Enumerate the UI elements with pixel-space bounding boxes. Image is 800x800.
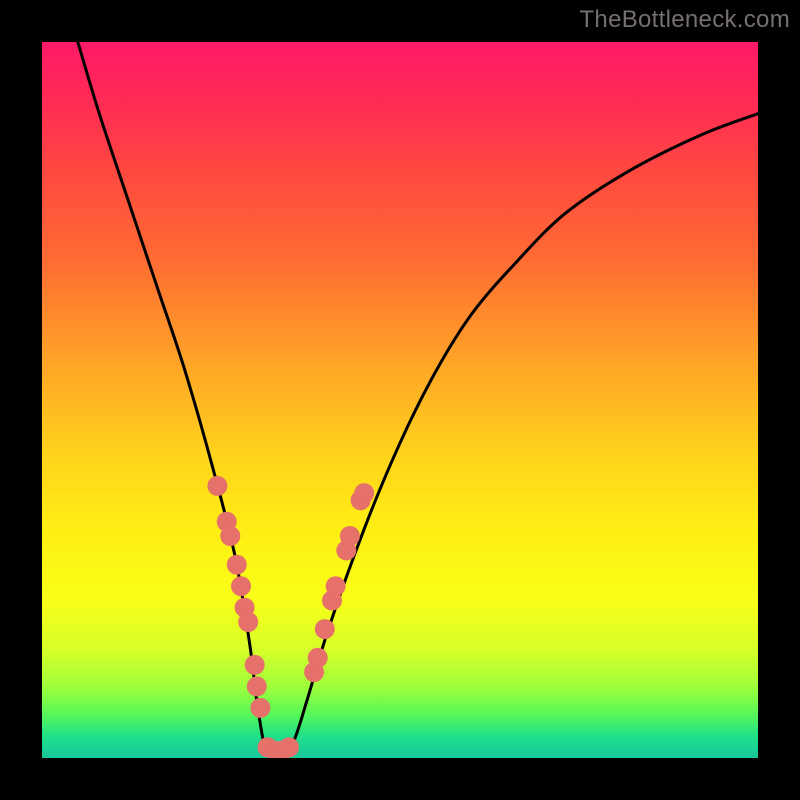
watermark-text: TheBottleneck.com [579,6,790,34]
data-marker [231,576,251,596]
data-marker [220,526,240,546]
data-marker [308,648,328,668]
plot-area [42,42,758,758]
data-marker [247,676,267,696]
data-marker [250,698,270,718]
data-marker [326,576,346,596]
data-markers [207,476,374,758]
data-marker [315,619,335,639]
data-marker [340,526,360,546]
data-marker [238,612,258,632]
data-marker [245,655,265,675]
data-marker [354,483,374,503]
bottleneck-curve [78,42,758,758]
curve-layer [42,42,758,758]
bottleneck-curve-path [78,42,758,758]
data-marker [279,737,299,757]
data-marker [227,555,247,575]
chart-frame: TheBottleneck.com [0,0,800,800]
data-marker [207,476,227,496]
